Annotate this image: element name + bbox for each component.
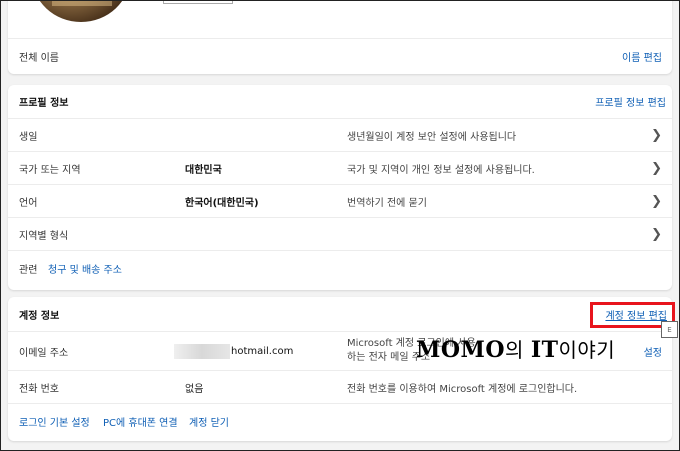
link-phone-link[interactable]: PC에 휴대폰 연결 [103, 404, 178, 439]
watermark-text-3: IT [530, 337, 559, 363]
phone-desc: 전화 번호를 이용하여 Microsoft 계정에 로그인합니다. [347, 383, 578, 395]
country-row[interactable]: 국가 또는 지역 대한민국 국가 및 지역이 개인 정보 설정에 사용됩니다. … [8, 151, 672, 184]
blog-watermark: MOMO의 IT이야기 [416, 334, 615, 363]
sign-in-preferences-link[interactable]: 로그인 기본 설정 [19, 404, 90, 439]
chevron-right-icon[interactable]: ❯ [651, 218, 662, 250]
watermark-text-1: MOMO [416, 337, 506, 363]
language-desc: 번역하기 전에 묻기 [347, 197, 427, 209]
email-settings-link[interactable]: 설정 [644, 332, 662, 370]
profile-header-row: 프로필 정보 프로필 정보 편집 [8, 85, 672, 118]
account-info-title: 계정 정보 [19, 310, 60, 322]
name-card: 전체 이름 이름 편집 [8, 0, 672, 74]
country-value: 대한민국 [185, 164, 222, 176]
watermark-text-4: 이야기 [558, 338, 616, 362]
watermark-text-2: 의 [505, 338, 531, 362]
cursor-tooltip: E [661, 321, 678, 338]
chevron-right-icon[interactable]: ❯ [651, 119, 662, 151]
profile-info-title: 프로필 정보 [19, 98, 69, 109]
related-label: 관련 [19, 265, 38, 276]
regional-format-label: 지역별 형식 [19, 230, 69, 242]
profile-avatar[interactable] [32, 0, 130, 22]
country-label: 국가 또는 지역 [19, 164, 81, 176]
account-header-row: 계정 정보 계정 정보 편집 [8, 297, 672, 331]
related-row: 관련 청구 및 배송 주소 [8, 250, 672, 286]
email-label: 이메일 주소 [19, 347, 69, 359]
name-field-outline [163, 0, 233, 4]
close-account-link[interactable]: 계정 닫기 [189, 404, 229, 439]
account-info-card: 계정 정보 계정 정보 편집 이메일 주소 hotmail.com Micros… [8, 297, 672, 441]
country-desc: 국가 및 지역이 개인 정보 설정에 사용됩니다. [347, 164, 535, 176]
edit-name-link[interactable]: 이름 편집 [622, 39, 662, 74]
phone-label: 전화 번호 [19, 383, 59, 395]
full-name-row: 전체 이름 이름 편집 [8, 38, 672, 74]
regional-format-row[interactable]: 지역별 형식 ❯ [8, 217, 672, 250]
billing-address-link[interactable]: 청구 및 배송 주소 [48, 251, 122, 286]
birthday-label: 생일 [19, 131, 38, 143]
language-value: 한국어(대한민국) [185, 197, 259, 209]
phone-value: 없음 [185, 383, 204, 395]
email-redacted [174, 343, 230, 359]
phone-row: 전화 번호 없음 전화 번호를 이용하여 Microsoft 계정에 로그인합니… [8, 370, 672, 403]
chevron-right-icon[interactable]: ❯ [651, 185, 662, 217]
account-footer-row: 로그인 기본 설정 PC에 휴대폰 연결 계정 닫기 [8, 403, 672, 439]
email-domain: hotmail.com [231, 345, 294, 357]
chevron-right-icon[interactable]: ❯ [651, 152, 662, 184]
language-row[interactable]: 언어 한국어(대한민국) 번역하기 전에 묻기 ❯ [8, 184, 672, 217]
email-value: hotmail.com [174, 332, 293, 370]
birthday-row[interactable]: 생일 생년월일이 계정 보안 설정에 사용됩니다 ❯ [8, 118, 672, 151]
birthday-desc: 생년월일이 계정 보안 설정에 사용됩니다 [347, 131, 517, 143]
full-name-label: 전체 이름 [19, 53, 59, 64]
language-label: 언어 [19, 197, 38, 209]
edit-profile-link[interactable]: 프로필 정보 편집 [595, 85, 666, 118]
profile-info-card: 프로필 정보 프로필 정보 편집 생일 생년월일이 계정 보안 설정에 사용됩니… [8, 85, 672, 290]
